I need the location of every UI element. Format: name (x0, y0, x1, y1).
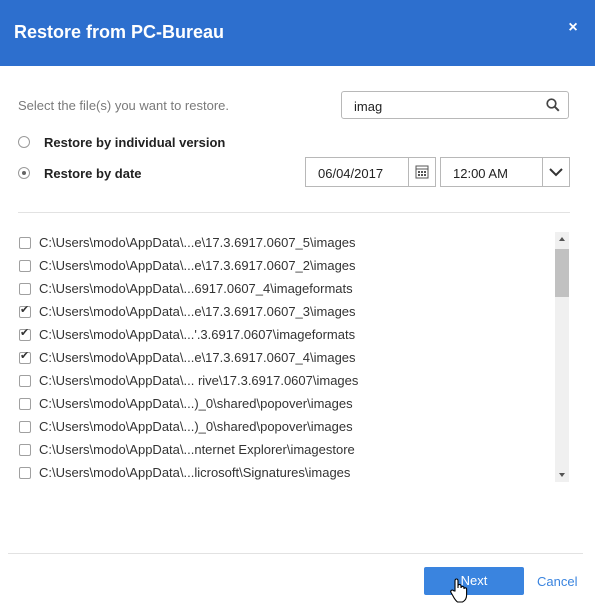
file-checkbox[interactable] (19, 421, 31, 433)
search-field[interactable] (341, 91, 569, 119)
file-checkbox[interactable] (19, 326, 31, 341)
time-dropdown-button[interactable] (542, 158, 569, 186)
scroll-down-arrow-icon[interactable] (555, 468, 569, 482)
time-picker[interactable]: 12:00 AM (440, 157, 570, 187)
file-checkbox[interactable] (19, 237, 31, 249)
file-row[interactable]: C:\Users\modo\AppData\...nternet Explore… (18, 439, 548, 462)
file-path: C:\Users\modo\AppData\...e\17.3.6917.060… (39, 304, 356, 319)
file-path: C:\Users\modo\AppData\...6917.0607_4\ima… (39, 281, 353, 296)
footer-divider (8, 553, 583, 554)
chevron-down-icon (549, 168, 563, 177)
file-row[interactable]: C:\Users\modo\AppData\... rive\17.3.6917… (18, 370, 548, 393)
file-checkbox[interactable] (19, 349, 31, 364)
file-list: C:\Users\modo\AppData\...e\17.3.6917.060… (18, 232, 570, 484)
time-value: 12:00 AM (453, 166, 508, 181)
file-path: C:\Users\modo\AppData\...e\17.3.6917.060… (39, 350, 356, 365)
search-icon[interactable] (546, 98, 560, 112)
file-checkbox[interactable] (19, 303, 31, 318)
file-row[interactable]: C:\Users\modo\AppData\...'.3.6917.0607\i… (18, 324, 548, 347)
hand-cursor-icon (450, 578, 468, 603)
file-checkbox[interactable] (19, 398, 31, 410)
file-row[interactable]: C:\Users\modo\AppData\...e\17.3.6917.060… (18, 301, 548, 324)
file-row[interactable]: C:\Users\modo\AppData\...6917.0607_4\ima… (18, 278, 548, 301)
next-button[interactable]: Next (424, 567, 524, 595)
file-checkbox[interactable] (19, 260, 31, 272)
file-checkbox[interactable] (19, 375, 31, 387)
file-row[interactable]: C:\Users\modo\AppData\...)_0\shared\popo… (18, 416, 548, 439)
file-row[interactable]: C:\Users\modo\AppData\...e\17.3.6917.060… (18, 232, 548, 255)
dialog-titlebar: Restore from PC-Bureau × (0, 0, 595, 66)
restore-by-date-label: Restore by date (44, 166, 142, 181)
file-list-scrollbar[interactable] (555, 232, 569, 482)
file-path: C:\Users\modo\AppData\...)_0\shared\popo… (39, 419, 353, 434)
file-row[interactable]: C:\Users\modo\AppData\...e\17.3.6917.060… (18, 347, 548, 370)
file-row[interactable]: C:\Users\modo\AppData\...e\17.3.6917.060… (18, 255, 548, 278)
date-picker[interactable]: 06/04/2017 (305, 157, 436, 187)
dialog-title: Restore from PC-Bureau (14, 22, 225, 42)
scrollbar-thumb[interactable] (555, 249, 569, 297)
file-path: C:\Users\modo\AppData\...licrosoft\Signa… (39, 465, 351, 480)
file-row[interactable]: C:\Users\modo\AppData\...licrosoft\Signa… (18, 462, 548, 484)
file-row[interactable]: C:\Users\modo\AppData\...)_0\shared\popo… (18, 393, 548, 416)
instruction-text: Select the file(s) you want to restore. (18, 98, 229, 113)
file-path: C:\Users\modo\AppData\...'.3.6917.0607\i… (39, 327, 356, 342)
file-checkbox[interactable] (19, 283, 31, 295)
search-input[interactable] (354, 97, 534, 115)
close-icon[interactable]: × (565, 20, 581, 36)
file-path: C:\Users\modo\AppData\...nternet Explore… (39, 442, 355, 457)
cancel-link[interactable]: Cancel (537, 574, 577, 589)
file-path: C:\Users\modo\AppData\...e\17.3.6917.060… (39, 235, 356, 250)
section-divider (18, 212, 570, 213)
radio-restore-by-date[interactable] (18, 167, 30, 179)
scroll-up-arrow-icon[interactable] (555, 232, 569, 246)
radio-restore-by-version[interactable] (18, 136, 30, 148)
calendar-button[interactable] (408, 158, 435, 186)
restore-by-version-label: Restore by individual version (44, 135, 226, 150)
file-checkbox[interactable] (19, 444, 31, 456)
date-value: 06/04/2017 (318, 166, 384, 181)
file-path: C:\Users\modo\AppData\...e\17.3.6917.060… (39, 258, 356, 273)
file-checkbox[interactable] (19, 467, 31, 479)
file-path: C:\Users\modo\AppData\...)_0\shared\popo… (39, 396, 353, 411)
file-path: C:\Users\modo\AppData\... rive\17.3.6917… (39, 373, 359, 388)
calendar-icon (415, 165, 429, 179)
